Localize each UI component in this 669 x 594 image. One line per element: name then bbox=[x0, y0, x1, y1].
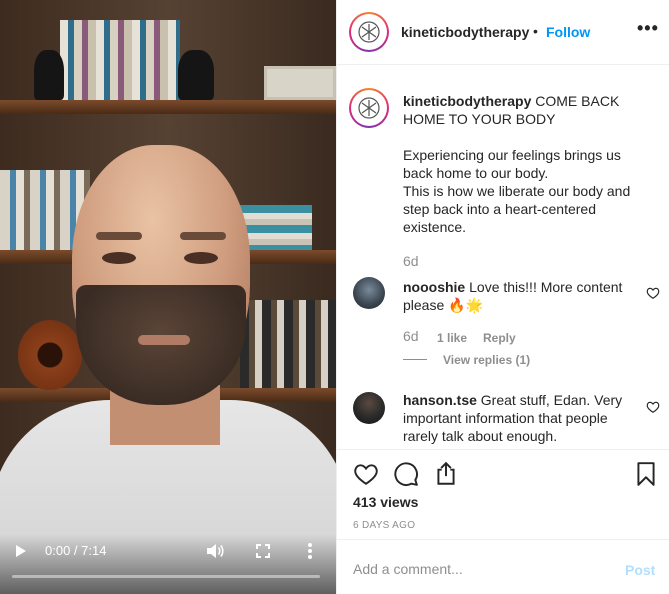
like-comment-icon[interactable] bbox=[646, 286, 660, 300]
post-panel: kineticbodytherapy • Follow ••• kineticb… bbox=[336, 0, 669, 594]
save-icon[interactable] bbox=[633, 461, 659, 487]
caption-avatar[interactable] bbox=[349, 88, 389, 128]
view-count[interactable]: 413 views bbox=[353, 494, 418, 510]
comment-input[interactable] bbox=[353, 561, 603, 577]
comment: hanson.tse Great stuff, Edan. Very impor… bbox=[403, 391, 639, 445]
volume-icon[interactable] bbox=[206, 543, 224, 559]
comment: noooshie Love this!!! More content pleas… bbox=[403, 278, 639, 314]
commenter-avatar[interactable] bbox=[353, 392, 385, 424]
play-icon[interactable] bbox=[16, 545, 26, 557]
person-eye bbox=[184, 252, 218, 264]
replies-divider bbox=[403, 359, 427, 360]
person-eye bbox=[102, 252, 136, 264]
comment-age[interactable]: 6d bbox=[403, 328, 419, 344]
logo-icon bbox=[358, 97, 380, 119]
commenter-avatar[interactable] bbox=[353, 277, 385, 309]
logo-icon bbox=[358, 21, 380, 43]
reply-button[interactable]: Reply bbox=[483, 331, 516, 345]
comment-username[interactable]: hanson.tse bbox=[403, 392, 477, 408]
comment-username[interactable]: noooshie bbox=[403, 279, 465, 295]
header-separator: • bbox=[533, 23, 538, 39]
books-lower bbox=[240, 300, 336, 388]
post-header: kineticbodytherapy • Follow ••• bbox=[337, 0, 669, 65]
view-replies-button[interactable]: View replies (1) bbox=[443, 353, 530, 367]
caption-line: Experiencing our feelings brings us back… bbox=[403, 147, 621, 181]
like-icon[interactable] bbox=[353, 461, 379, 487]
header-username[interactable]: kineticbodytherapy bbox=[401, 24, 529, 40]
post-caption: kineticbodytherapy COME BACK HOME TO YOU… bbox=[403, 92, 653, 236]
add-comment-bar: Post bbox=[337, 539, 669, 594]
profile-avatar[interactable] bbox=[349, 12, 389, 52]
books-top bbox=[60, 20, 180, 100]
like-comment-icon[interactable] bbox=[646, 400, 660, 414]
fullscreen-icon[interactable] bbox=[256, 544, 270, 558]
guitar bbox=[18, 320, 82, 390]
statue bbox=[178, 50, 214, 100]
posted-time[interactable]: 6 DAYS AGO bbox=[353, 520, 415, 531]
person-mouth bbox=[138, 335, 190, 345]
statue bbox=[34, 50, 64, 100]
comment-icon[interactable] bbox=[393, 461, 419, 487]
post-button[interactable]: Post bbox=[625, 562, 655, 578]
shelf bbox=[0, 100, 336, 114]
more-options-icon[interactable]: ••• bbox=[637, 18, 659, 39]
video-player[interactable]: 0:00 / 7:14 bbox=[0, 0, 336, 594]
picture-frame bbox=[264, 66, 336, 100]
video-more-icon[interactable] bbox=[307, 542, 313, 560]
caption-line: This is how we liberate our body and ste… bbox=[403, 183, 631, 235]
caption-username[interactable]: kineticbodytherapy bbox=[403, 93, 531, 109]
video-progress-bar[interactable] bbox=[12, 575, 320, 578]
caption-age[interactable]: 6d bbox=[403, 253, 419, 269]
comment-likes[interactable]: 1 like bbox=[437, 331, 467, 345]
person-brow bbox=[96, 232, 142, 240]
follow-button[interactable]: Follow bbox=[546, 24, 590, 40]
share-icon[interactable] bbox=[433, 461, 459, 487]
video-controls: 0:00 / 7:14 bbox=[0, 534, 336, 594]
action-bar: 413 views 6 DAYS AGO bbox=[337, 449, 669, 539]
video-time: 0:00 / 7:14 bbox=[45, 543, 107, 558]
comments-list[interactable]: kineticbodytherapy COME BACK HOME TO YOU… bbox=[337, 66, 669, 449]
person-brow bbox=[180, 232, 226, 240]
